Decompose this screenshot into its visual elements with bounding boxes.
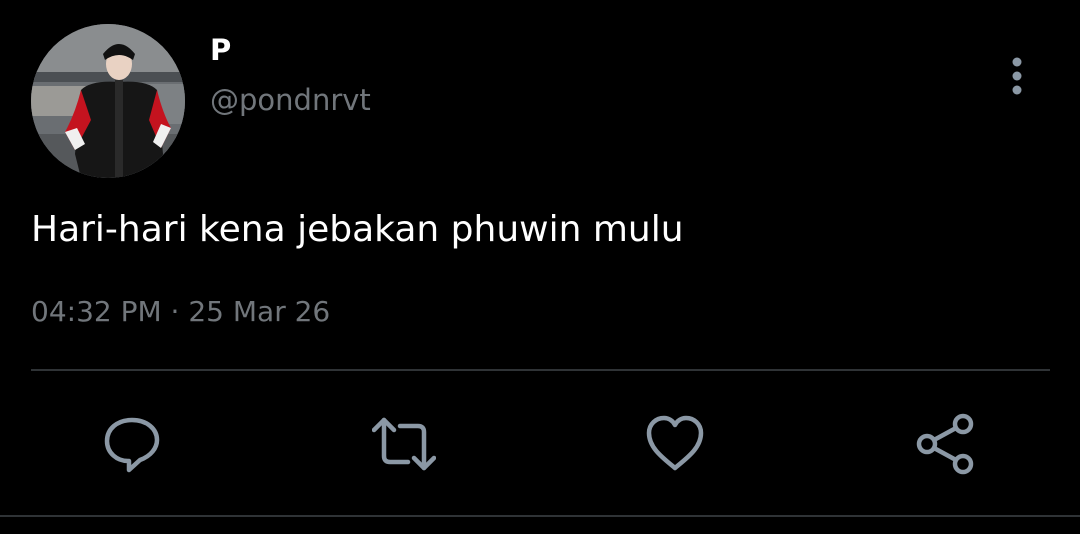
tweet-time: 04:32 PM [31,295,162,328]
like-button[interactable] [643,412,707,476]
retweet-button[interactable] [372,412,436,476]
reply-button[interactable] [100,412,164,476]
avatar[interactable] [31,24,185,178]
retweet-icon [372,417,436,471]
avatar-photo [31,24,185,178]
display-name[interactable]: P [210,30,231,70]
heart-icon [646,415,704,471]
tweet-timestamp[interactable]: 04:32 PM · 25 Mar 26 [31,292,330,332]
tweet-text: Hari-hari kena jebakan phuwin mulu [31,209,684,250]
share-icon [916,413,974,475]
tweet-date: 25 Mar 26 [188,295,331,328]
reply-icon [104,417,160,473]
share-button[interactable] [913,412,977,476]
divider [31,369,1050,371]
timestamp-separator: · [170,295,180,328]
user-handle[interactable]: @pondnrvt [210,80,371,120]
divider [0,515,1080,517]
more-options-icon[interactable] [1003,56,1031,96]
